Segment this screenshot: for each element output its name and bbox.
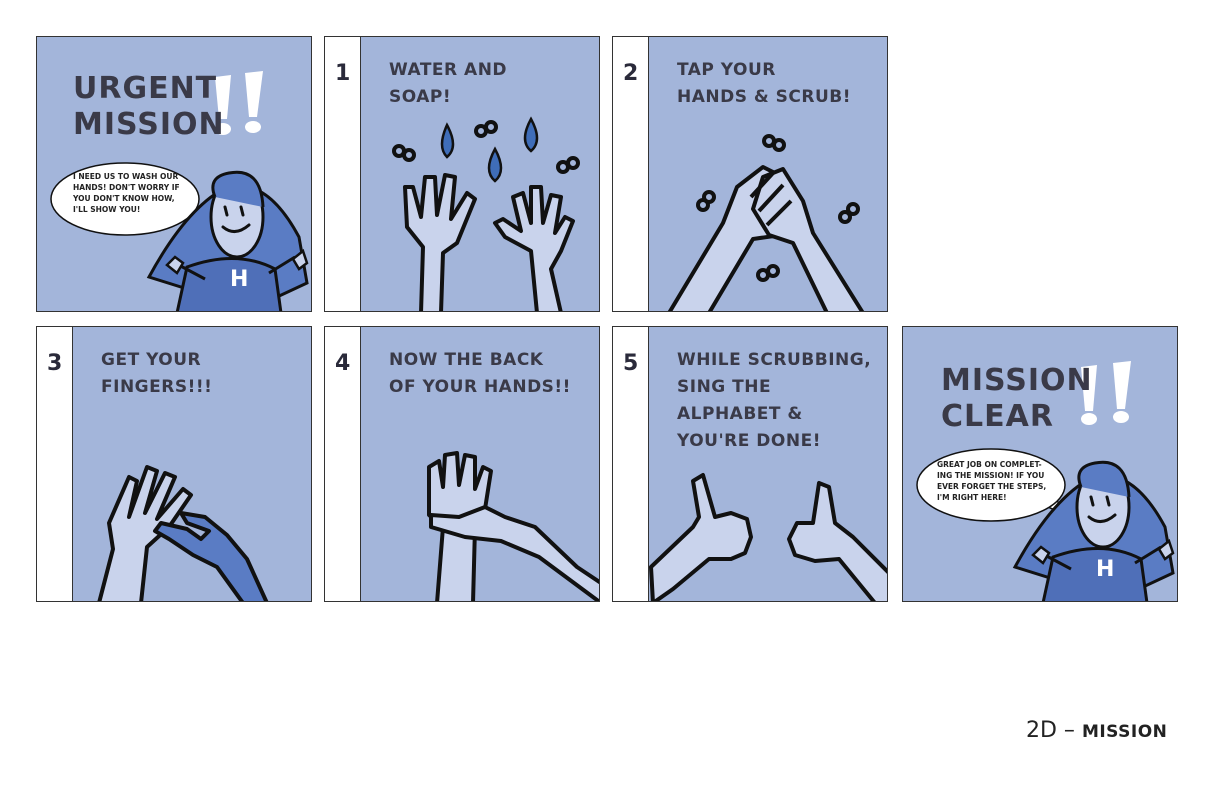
panel-intro: URGENT MISSION I need us to wash our han… — [36, 36, 312, 312]
thumbs-up-illustration — [649, 473, 887, 601]
panel-step-3: 3 GET YOUR FINGERS!!! — [36, 326, 312, 602]
panel-step-4: 4 NOW THE BACK OF YOUR HANDS!! — [324, 326, 600, 602]
intro-speech-text: I need us to wash our hands! Don't worry… — [73, 172, 180, 214]
left-hand-icon — [403, 173, 477, 311]
panel-step-5: 5 WHILE SCRUBBING, SING THE ALPHABET & Y… — [612, 326, 888, 602]
footer-label-small: MISSION — [1081, 722, 1168, 742]
outro-speech-text: Great job on complet- ing the mission! I… — [937, 460, 1047, 502]
panel-outro: MISSION CLEAR Great job on complet- ing … — [902, 326, 1178, 602]
fingers-illustration — [97, 465, 269, 601]
back-of-hands-illustration — [427, 451, 599, 601]
right-hand-icon — [493, 185, 575, 311]
panel-outro-title: MISSION CLEAR — [941, 363, 1093, 434]
water-soap-illustration — [392, 116, 580, 311]
shirt-letter: H — [230, 267, 249, 292]
scrubbing-hands-icon — [667, 165, 865, 311]
interlaced-fingers-icon — [97, 465, 269, 601]
footer-label-main: 2D – — [1026, 718, 1082, 743]
droplet-icon — [440, 116, 539, 183]
back-of-hand-icon — [427, 451, 599, 601]
panel-step-1: 1 WATER AND SOAP! — [324, 36, 600, 312]
thumbs-up-icon — [649, 473, 887, 601]
soap-bubble-icon — [392, 120, 580, 174]
page-footer-label: 2D – MISSION — [1026, 718, 1167, 743]
panel-step-2: 2 TAP YOUR HANDS & SCRUB! — [612, 36, 888, 312]
shirt-letter: H — [1096, 557, 1115, 582]
scrub-hands-illustration — [667, 134, 865, 311]
panel-intro-title: URGENT MISSION — [73, 71, 225, 142]
